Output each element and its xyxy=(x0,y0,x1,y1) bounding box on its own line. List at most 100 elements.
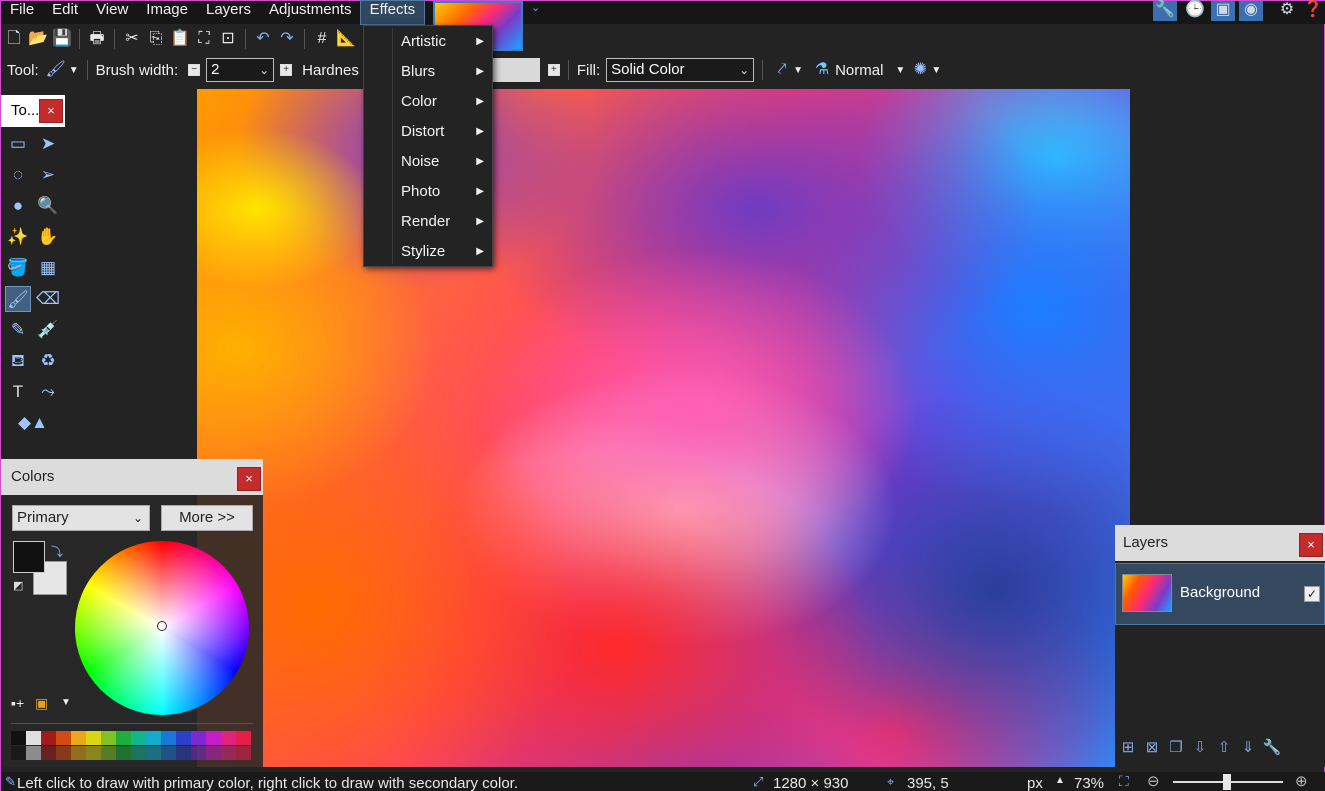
chevron-down-icon[interactable]: ▼ xyxy=(793,65,803,76)
menu-effects[interactable]: Effects xyxy=(359,0,426,25)
effects-item-distort[interactable]: Distort ▶ xyxy=(364,117,492,147)
swap-colors-icon[interactable]: ⤵ xyxy=(51,543,63,560)
colors-close-button[interactable]: × xyxy=(237,467,261,491)
layer-visibility-checkbox[interactable]: ✓ xyxy=(1304,586,1320,602)
effects-item-artistic[interactable]: Artistic ▶ xyxy=(364,27,492,57)
effects-item-render[interactable]: Render ▶ xyxy=(364,207,492,237)
palette-swatch[interactable] xyxy=(26,746,41,760)
zoom-level[interactable]: 73% xyxy=(1074,775,1104,791)
text-tool-icon[interactable]: T xyxy=(5,379,31,405)
palette-swatch[interactable] xyxy=(236,731,251,745)
palette-swatch[interactable] xyxy=(161,731,176,745)
palette-swatch[interactable] xyxy=(146,731,161,745)
paintbrush-tool-icon[interactable]: 🖌 xyxy=(5,286,31,312)
copy-icon[interactable]: ⎘ xyxy=(145,28,167,50)
palette-swatch[interactable] xyxy=(191,731,206,745)
effects-item-stylize[interactable]: Stylize ▶ xyxy=(364,237,492,267)
zoom-slider-thumb[interactable] xyxy=(1223,774,1231,790)
history-icon[interactable]: 🕒 xyxy=(1183,1,1207,21)
palette-swatch[interactable] xyxy=(236,746,251,760)
chevron-down-icon[interactable]: ▼ xyxy=(931,65,941,76)
add-color-icon[interactable]: ▪+ xyxy=(11,695,24,711)
menu-view[interactable]: View xyxy=(87,1,137,24)
increase-hardness-button[interactable]: + xyxy=(547,64,560,76)
line-curve-tool-icon[interactable]: ⤳ xyxy=(35,379,61,405)
palette-swatch[interactable] xyxy=(161,746,176,760)
palette-swatch[interactable] xyxy=(11,746,26,760)
palette-swatch[interactable] xyxy=(41,731,56,745)
brush-width-combobox[interactable]: 2 ⌄ xyxy=(206,58,275,82)
effects-item-color[interactable]: Color ▶ xyxy=(364,87,492,117)
palette-swatch[interactable] xyxy=(11,731,26,745)
move-layer-up-icon[interactable]: ⇧ xyxy=(1213,737,1235,759)
ruler-icon[interactable]: 📐 xyxy=(335,28,357,50)
merge-layer-down-icon[interactable]: ⇩ xyxy=(1189,737,1211,759)
pan-tool-icon[interactable]: ✋ xyxy=(35,224,61,250)
effects-item-noise[interactable]: Noise ▶ xyxy=(364,147,492,177)
layers-panel-header[interactable]: Layers xyxy=(1115,525,1325,561)
redo-icon[interactable]: ↷ xyxy=(276,28,298,50)
menu-layers[interactable]: Layers xyxy=(197,1,260,24)
magic-wand-tool-icon[interactable]: ✨ xyxy=(5,224,31,250)
cut-icon[interactable]: ✂ xyxy=(121,28,143,50)
palette-swatch[interactable] xyxy=(131,746,146,760)
palette-swatch[interactable] xyxy=(86,746,101,760)
palette-swatch[interactable] xyxy=(131,731,146,745)
more-colors-button[interactable]: More >> xyxy=(161,505,253,531)
rectangle-select-tool-icon[interactable]: ▭ xyxy=(5,131,31,157)
tools-toggle-icon[interactable]: 🔧 xyxy=(1153,1,1177,21)
palette-swatch[interactable] xyxy=(101,731,116,745)
pencil-tool-icon[interactable]: ✎ xyxy=(5,317,31,343)
palette-swatch[interactable] xyxy=(116,746,131,760)
new-file-icon[interactable]: 🗋 xyxy=(3,28,25,50)
gear-icon[interactable]: ⚙ xyxy=(1275,1,1299,21)
increase-width-button[interactable]: + xyxy=(280,64,293,76)
chevron-down-icon[interactable]: ▼ xyxy=(69,65,79,76)
palette-swatch[interactable] xyxy=(56,746,71,760)
layers-toggle-icon[interactable]: ▣ xyxy=(1211,1,1235,21)
palette-swatch[interactable] xyxy=(71,746,86,760)
selection-clipping-icon[interactable]: ✺ xyxy=(909,59,931,81)
save-icon[interactable]: 💾 xyxy=(51,28,73,50)
chevron-up-icon[interactable]: ▲ xyxy=(1055,775,1065,786)
color-mode-dropdown[interactable]: Primary ⌄ xyxy=(12,505,150,531)
menu-image[interactable]: Image xyxy=(137,1,197,24)
eraser-tool-icon[interactable]: ⌫ xyxy=(35,286,61,312)
palette-swatch[interactable] xyxy=(221,731,236,745)
palette-swatch[interactable] xyxy=(146,746,161,760)
paste-icon[interactable]: 📋 xyxy=(169,28,191,50)
image-canvas[interactable] xyxy=(197,89,1130,767)
palette-swatch[interactable] xyxy=(221,746,236,760)
menu-adjustments[interactable]: Adjustments xyxy=(260,1,361,24)
open-folder-icon[interactable]: 📂 xyxy=(27,28,49,50)
layer-properties-icon[interactable]: 🔧 xyxy=(1261,737,1283,759)
paintbrush-icon[interactable]: 🖌 xyxy=(45,59,67,81)
layers-close-button[interactable]: × xyxy=(1299,533,1323,557)
deselect-icon[interactable]: ⊡ xyxy=(217,28,239,50)
effects-item-blurs[interactable]: Blurs ▶ xyxy=(364,57,492,87)
crop-icon[interactable]: ⛶ xyxy=(193,28,215,50)
chevron-down-icon[interactable]: ⌄ xyxy=(259,59,269,81)
palette-swatch[interactable] xyxy=(206,731,221,745)
add-layer-icon[interactable]: ⊞ xyxy=(1117,737,1139,759)
chevron-down-icon[interactable]: ⌄ xyxy=(531,1,543,14)
palette-swatch[interactable] xyxy=(116,731,131,745)
move-layer-down-icon[interactable]: ⇓ xyxy=(1237,737,1259,759)
recolor-tool-icon[interactable]: ♻ xyxy=(35,348,61,374)
color-picker-tool-icon[interactable]: 💉 xyxy=(35,317,61,343)
help-icon[interactable]: ❓ xyxy=(1301,1,1325,21)
palette-swatch[interactable] xyxy=(26,731,41,745)
undo-icon[interactable]: ↶ xyxy=(252,28,274,50)
move-selection-tool-icon[interactable]: ➢ xyxy=(35,162,61,188)
paint-bucket-tool-icon[interactable]: 🪣 xyxy=(5,255,31,281)
palette-icon[interactable]: ▣ xyxy=(35,695,48,712)
chevron-down-icon[interactable]: ⌄ xyxy=(739,59,749,81)
antialiasing-icon[interactable]: ⤤ xyxy=(771,59,793,81)
chevron-down-icon[interactable]: ▼ xyxy=(895,65,905,76)
palette-swatch[interactable] xyxy=(86,731,101,745)
palette-swatch[interactable] xyxy=(206,746,221,760)
unit-selector[interactable]: px xyxy=(1027,775,1043,791)
palette-swatch[interactable] xyxy=(71,731,86,745)
print-icon[interactable]: 🖶 xyxy=(86,28,108,50)
palette-swatch[interactable] xyxy=(41,746,56,760)
